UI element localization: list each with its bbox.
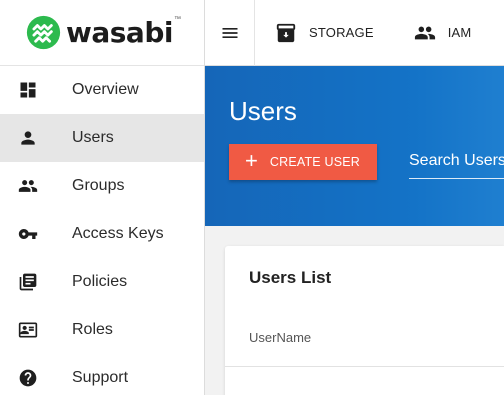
wasabi-logo-icon [26, 15, 61, 50]
menu-toggle-button[interactable] [205, 0, 255, 66]
sidebar-item-support[interactable]: Support [0, 354, 204, 395]
brand-logo[interactable]: wasabi ™ [0, 0, 204, 66]
key-icon [17, 223, 39, 245]
people-icon [414, 26, 435, 39]
divider [225, 366, 504, 367]
sidebar-item-groups[interactable]: Groups [0, 162, 204, 210]
sidebar-item-label: Roles [72, 321, 113, 338]
sidebar-item-access-keys[interactable]: Access Keys [0, 210, 204, 258]
card-title: Users List [249, 268, 332, 287]
hamburger-menu-icon [222, 27, 237, 38]
search-users-input[interactable]: Search Users [409, 152, 504, 179]
column-header-username[interactable]: UserName [249, 330, 311, 345]
top-bar: STORAGE IAM [205, 0, 504, 66]
page-title: Users [229, 96, 297, 126]
top-nav-storage[interactable]: STORAGE [255, 0, 394, 66]
archive-icon [276, 23, 296, 42]
plus-icon: + [245, 148, 258, 173]
sidebar-item-label: Policies [72, 273, 128, 290]
sidebar-item-policies[interactable]: Policies [0, 258, 204, 306]
id-card-icon [17, 319, 39, 341]
page-header: Users + CREATE USER Search Users [205, 66, 504, 226]
dashboard-icon [17, 79, 39, 101]
sidebar-item-overview[interactable]: Overview [0, 66, 204, 114]
top-nav-iam[interactable]: IAM [394, 0, 492, 66]
sidebar-item-label: Groups [72, 177, 125, 194]
create-user-label: CREATE USER [269, 155, 361, 169]
sidebar-item-label: Access Keys [72, 225, 164, 242]
sidebar-item-label: Support [72, 369, 129, 386]
brand-trademark: ™ [173, 16, 181, 23]
sidebar-item-users[interactable]: Users [0, 114, 204, 162]
sidebar-item-label: Overview [72, 81, 139, 98]
help-icon [17, 367, 39, 389]
users-list-card: Users List UserName [225, 246, 504, 395]
sidebar-item-label: Users [72, 129, 114, 146]
brand-name: wasabi [66, 16, 173, 49]
sidebar-item-roles[interactable]: Roles [0, 306, 204, 354]
group-icon [17, 175, 39, 197]
create-user-button[interactable]: + CREATE USER [229, 144, 377, 180]
sidebar: wasabi ™ Overview Users Groups Access Ke… [0, 0, 205, 395]
sidebar-nav: Overview Users Groups Access Keys Polici… [0, 66, 204, 395]
top-nav-storage-label: STORAGE [309, 25, 374, 40]
library-books-icon [17, 271, 39, 293]
person-icon [17, 127, 39, 149]
top-nav-iam-label: IAM [447, 25, 472, 40]
